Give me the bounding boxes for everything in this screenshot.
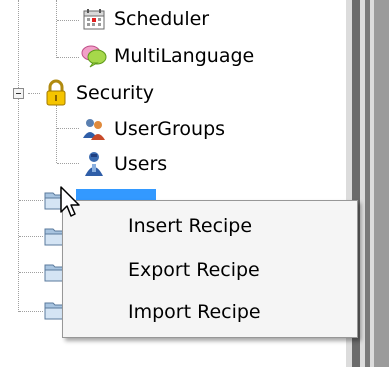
tree-item-usergroups[interactable]: UserGroups [80, 114, 225, 144]
tree-connector [19, 272, 43, 273]
padlock-icon [42, 79, 70, 107]
tree-item-multilanguage[interactable]: MultiLanguage [80, 41, 254, 71]
menu-item-export-recipe[interactable]: Export Recipe [63, 253, 357, 287]
tree-connector [19, 311, 43, 312]
splitter-bar [365, 0, 370, 367]
tree-connector [57, 163, 79, 164]
menu-item-insert-recipe[interactable]: Insert Recipe [63, 209, 357, 243]
tree-connector [57, 128, 79, 129]
collapse-toggle[interactable] [13, 88, 24, 99]
tree-connector [18, 0, 19, 312]
tree-item-scheduler[interactable]: Scheduler [80, 4, 209, 34]
tree-item-security[interactable]: Security [42, 78, 154, 108]
user-icon [80, 150, 108, 178]
mouse-cursor-icon [60, 186, 80, 217]
context-menu: Insert Recipe Export Recipe Import Recip… [62, 200, 358, 338]
tree-connector [57, 57, 79, 58]
tree-connector [56, 105, 57, 163]
tree-connector [28, 93, 40, 94]
tree-connector [19, 200, 43, 201]
speech-bubble-icon [80, 42, 108, 70]
tree-item-label: UserGroups [114, 118, 226, 140]
tree-item-users[interactable]: Users [80, 149, 167, 179]
splitter-bar [374, 0, 389, 367]
tree-connector [56, 0, 57, 58]
tree-connector [19, 236, 43, 237]
menu-item-import-recipe[interactable]: Import Recipe [63, 295, 357, 329]
tree-item-label: Security [76, 82, 155, 104]
tree-item-label: Users [114, 153, 168, 175]
tree-connector [57, 20, 79, 21]
calendar-icon [80, 5, 108, 33]
tree-item-label: Scheduler [114, 8, 210, 30]
user-group-icon [80, 115, 108, 143]
tree-item-label: MultiLanguage [114, 45, 255, 67]
